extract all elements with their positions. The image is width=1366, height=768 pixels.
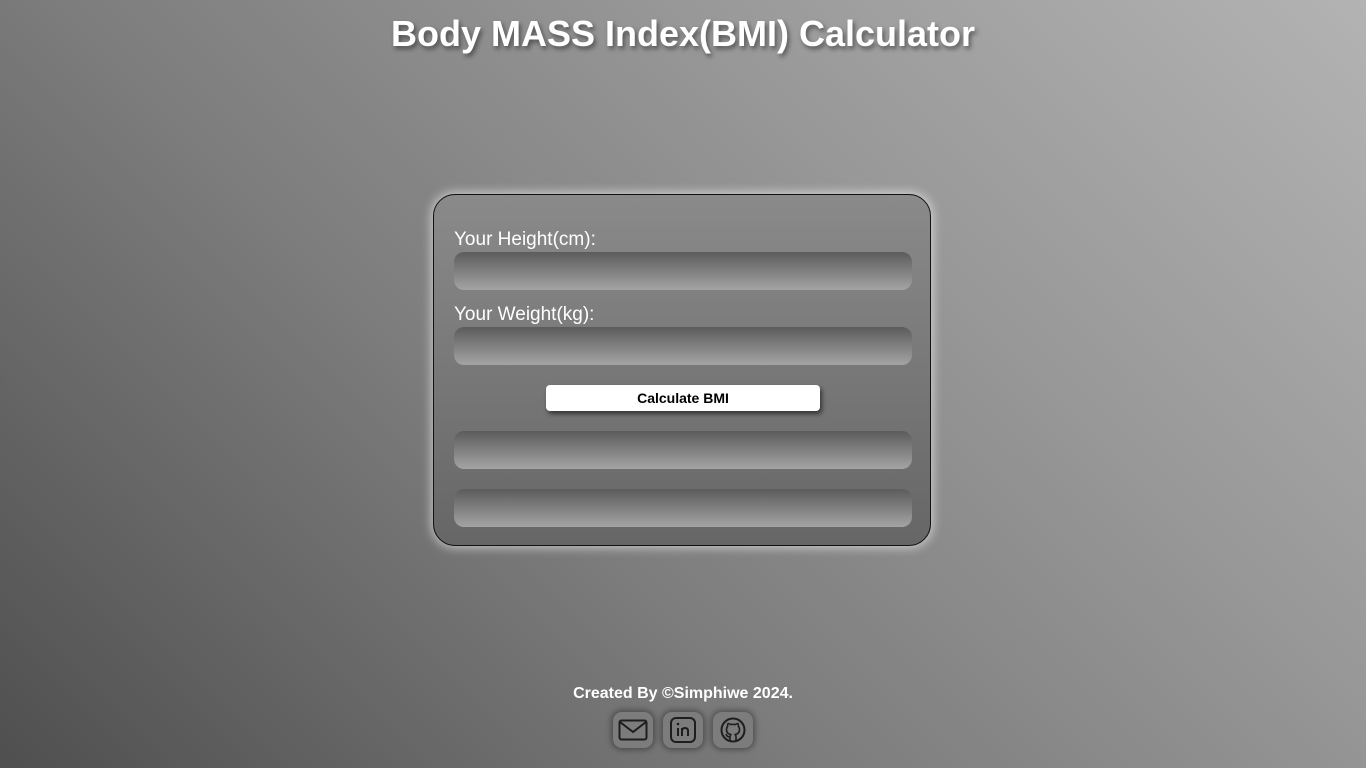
calculate-bmi-button[interactable]: Calculate BMI — [546, 385, 820, 411]
mail-icon — [618, 719, 648, 741]
footer-credit: Created By ©Simphiwe 2024. — [573, 685, 793, 702]
linkedin-icon — [669, 716, 697, 744]
height-label: Your Height(cm): — [454, 229, 596, 250]
github-link[interactable] — [713, 712, 753, 748]
bmi-calculator-card: Your Height(cm): Your Weight(kg): Calcul… — [433, 194, 931, 546]
mail-link[interactable] — [613, 712, 653, 748]
weight-input[interactable] — [454, 327, 912, 365]
bmi-result-output — [454, 431, 912, 469]
weight-label: Your Weight(kg): — [454, 304, 595, 325]
linkedin-link[interactable] — [663, 712, 703, 748]
github-icon — [719, 716, 747, 744]
bmi-category-output — [454, 489, 912, 527]
height-input[interactable] — [454, 252, 912, 290]
page-title: Body MASS Index(BMI) Calculator — [390, 13, 976, 54]
